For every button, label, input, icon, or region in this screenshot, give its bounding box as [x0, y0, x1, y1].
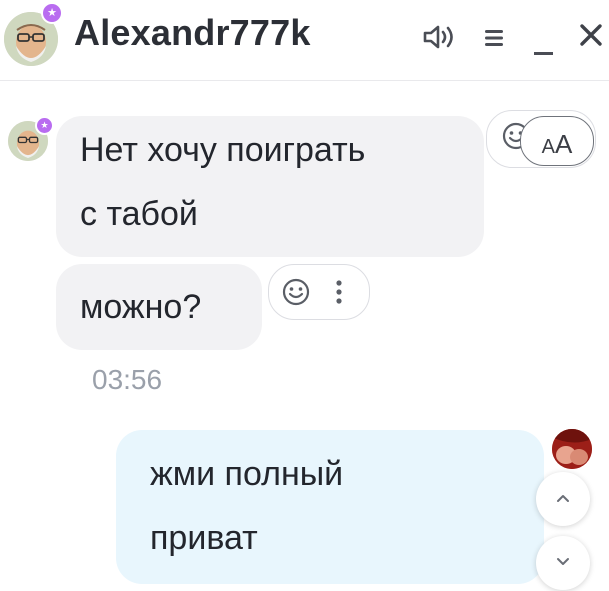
emoji-reaction-icon[interactable]	[281, 277, 311, 307]
message-text: с табой	[80, 195, 198, 233]
message-bubble-outgoing[interactable]: жми полный приват	[116, 430, 544, 584]
scroll-up-button[interactable]	[536, 472, 590, 526]
chat-header: ★ Alexandr777k	[0, 0, 609, 81]
message-bubble-incoming[interactable]: Нет хочу поиграть с табой	[56, 116, 484, 257]
more-options-icon[interactable]	[335, 279, 343, 305]
star-badge-icon: ★	[35, 116, 54, 135]
message-timestamp: 03:56	[92, 364, 163, 395]
text-size-button[interactable]: AA	[520, 116, 594, 166]
menu-icon[interactable]	[485, 28, 505, 53]
message-actions	[268, 264, 370, 320]
chevron-up-icon	[557, 495, 569, 502]
message-text: можно?	[80, 288, 202, 326]
avatar-photo	[552, 429, 592, 469]
message-text: жми полный	[150, 455, 344, 493]
chevron-down-icon	[557, 558, 569, 565]
message-text: приват	[150, 519, 258, 557]
text-size-large: A	[541, 136, 555, 158]
scroll-down-button[interactable]	[536, 536, 590, 590]
speaker-icon[interactable]	[422, 24, 456, 55]
own-avatar[interactable]	[552, 429, 592, 469]
contact-name[interactable]: Alexandr777k	[74, 12, 311, 54]
minimize-icon[interactable]	[532, 22, 556, 63]
star-badge-icon: ★	[41, 2, 63, 24]
close-icon[interactable]	[578, 22, 604, 53]
message-bubble-incoming[interactable]: можно?	[56, 264, 262, 350]
message-text: Нет хочу поиграть	[80, 131, 366, 169]
text-size-small: A	[555, 129, 573, 159]
